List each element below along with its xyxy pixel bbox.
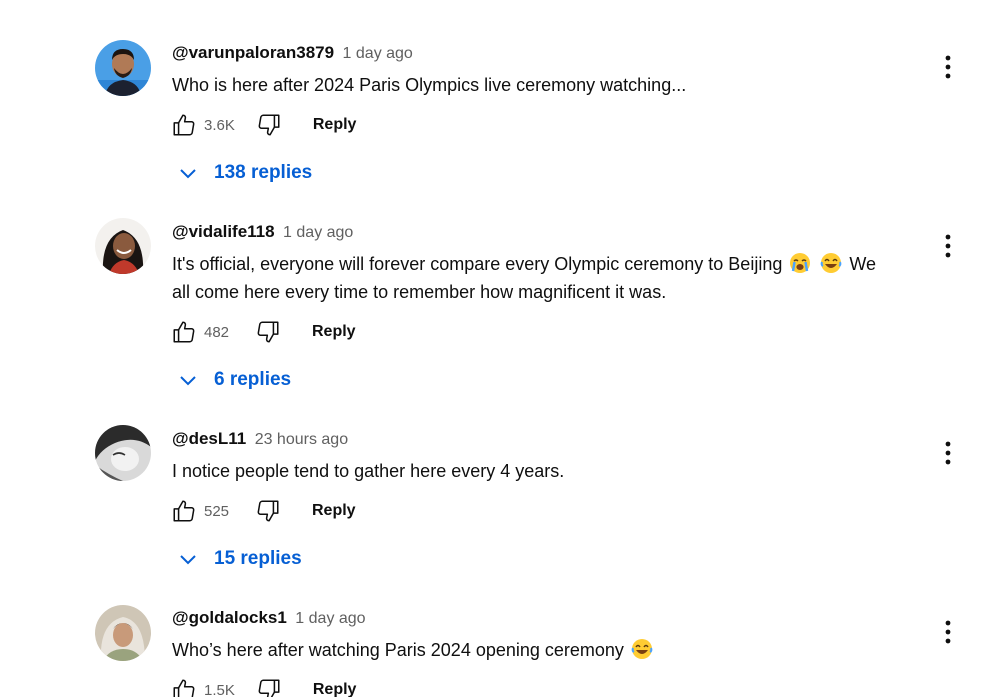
thumbs-down-icon: [257, 500, 279, 522]
chevron-down-icon: [178, 370, 198, 390]
replies-count: 6 replies: [214, 369, 292, 390]
chevron-down-icon: [178, 163, 198, 183]
comment-text-part: We: [849, 254, 877, 274]
avatar[interactable]: [95, 40, 151, 96]
view-replies-button[interactable]: 6 replies: [178, 366, 291, 394]
thumbs-up-icon: [173, 679, 195, 697]
more-vert-icon[interactable]: [936, 232, 960, 260]
reply-button[interactable]: Reply: [313, 681, 357, 697]
reply-button[interactable]: Reply: [312, 323, 356, 341]
dislike-button[interactable]: [254, 497, 282, 525]
thumbs-up-icon: [173, 321, 195, 343]
avatar[interactable]: [95, 425, 151, 481]
comment-header: @vidalife118 1 day ago: [172, 221, 353, 243]
view-replies-button[interactable]: 138 replies: [178, 159, 312, 187]
thumbs-down-icon: [258, 679, 280, 697]
avatar[interactable]: [95, 605, 151, 661]
comment-header: @goldalocks1 1 day ago: [172, 607, 366, 629]
thumbs-up-icon: [173, 500, 195, 522]
like-count: 482: [204, 323, 230, 341]
like-count: 525: [204, 502, 230, 520]
comment-time[interactable]: 23 hours ago: [255, 431, 348, 448]
comment-time[interactable]: 1 day ago: [343, 45, 413, 62]
comment-actions: 3.6K Reply: [170, 109, 356, 141]
dislike-button[interactable]: [255, 111, 283, 139]
more-vert-icon[interactable]: [936, 618, 960, 646]
loudly-crying-face-emoji: [790, 253, 811, 273]
replies-count: 15 replies: [214, 548, 302, 569]
partial-element-top: [240, 0, 276, 4]
comment-author[interactable]: @varunpaloran3879: [172, 43, 334, 62]
comment-text-part: It's official, everyone will forever com…: [172, 254, 783, 274]
comment-text-line: Who’s here after watching Paris 2024 ope…: [172, 640, 624, 660]
dislike-button[interactable]: [254, 318, 282, 346]
comment-author[interactable]: @goldalocks1: [172, 608, 287, 627]
thumbs-down-icon: [257, 321, 279, 343]
comment-actions: 525 Reply: [170, 495, 356, 527]
comment-text-line: all come here every time to remember how…: [172, 282, 667, 302]
like-button[interactable]: [170, 497, 198, 525]
like-button[interactable]: [170, 676, 198, 697]
thumbs-down-icon: [258, 114, 280, 136]
comment-text: It's official, everyone will forever com…: [172, 250, 942, 306]
comment-author[interactable]: @desL11: [172, 429, 246, 448]
comment-text-line: Who is here after 2024 Paris Olympics li…: [172, 75, 687, 95]
comment-time[interactable]: 1 day ago: [283, 224, 353, 241]
thumbs-up-icon: [173, 114, 195, 136]
like-button[interactable]: [170, 318, 198, 346]
like-button[interactable]: [170, 111, 198, 139]
comment-header: @varunpaloran3879 1 day ago: [172, 42, 413, 64]
tears-of-joy-emoji: [821, 253, 842, 273]
comment-text-line: I notice people tend to gather here ever…: [172, 461, 565, 481]
more-vert-icon[interactable]: [936, 439, 960, 467]
comment-time[interactable]: 1 day ago: [295, 610, 365, 627]
comment-header: @desL11 23 hours ago: [172, 428, 348, 450]
reply-button[interactable]: Reply: [313, 116, 357, 134]
comment-actions: 1.5K Reply: [170, 674, 356, 697]
comment-actions: 482 Reply: [170, 316, 356, 348]
comments-section: @varunpaloran3879 1 day ago Who is here …: [0, 0, 1000, 697]
reply-button[interactable]: Reply: [312, 502, 356, 520]
chevron-down-icon: [178, 549, 198, 569]
tears-of-joy-emoji: [631, 639, 653, 659]
comment-text: I notice people tend to gather here ever…: [172, 457, 942, 485]
comment-author[interactable]: @vidalife118: [172, 222, 275, 241]
avatar[interactable]: [95, 218, 151, 274]
view-replies-button[interactable]: 15 replies: [178, 545, 302, 573]
comment-text: Who’s here after watching Paris 2024 ope…: [172, 636, 942, 664]
dislike-button[interactable]: [255, 676, 283, 697]
more-vert-icon[interactable]: [936, 53, 960, 81]
like-count: 1.5K: [204, 681, 235, 697]
like-count: 3.6K: [204, 116, 235, 134]
comment-text: Who is here after 2024 Paris Olympics li…: [172, 71, 942, 99]
replies-count: 138 replies: [214, 162, 313, 183]
